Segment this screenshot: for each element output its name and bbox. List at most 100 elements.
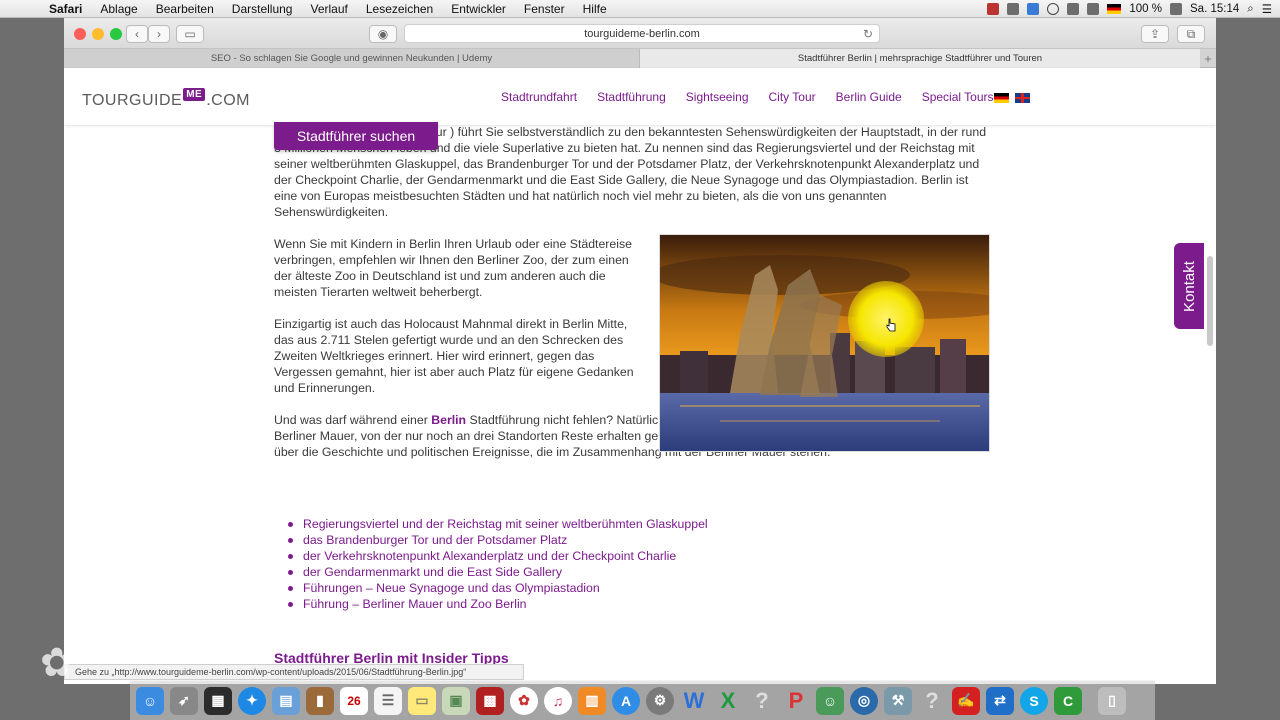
- stickies-icon[interactable]: ▭: [408, 686, 436, 715]
- list-item[interactable]: Führungen – Neue Synagoge und das Olympi…: [288, 580, 888, 596]
- nav-city-tour[interactable]: City Tour: [769, 90, 816, 104]
- menu-verlauf[interactable]: Verlauf: [301, 2, 356, 16]
- tab-bar: SEO - So schlagen Sie Google und gewinne…: [64, 49, 1216, 68]
- camtasia-icon[interactable]: C: [1054, 686, 1082, 715]
- app-store-icon[interactable]: A: [612, 686, 640, 715]
- dashboard-icon[interactable]: ▦: [204, 686, 232, 715]
- safari-icon[interactable]: ✦: [238, 686, 266, 715]
- utility-icon[interactable]: ⚒: [884, 686, 912, 715]
- list-item[interactable]: der Gendarmenmarkt und die East Side Gal…: [288, 564, 888, 580]
- nav-stadtfuehrung[interactable]: Stadtführung: [597, 90, 666, 104]
- calendar-icon[interactable]: 26: [340, 686, 368, 715]
- ibooks-icon[interactable]: ▥: [578, 686, 606, 715]
- list-item[interactable]: das Brandenburger Tor und der Potsdamer …: [288, 532, 888, 548]
- molecule-man-photo[interactable]: [659, 234, 990, 452]
- recording-icon[interactable]: [987, 3, 1000, 15]
- list-item[interactable]: der Verkehrsknotenpunkt Alexanderplatz u…: [288, 548, 888, 564]
- logo-badge: ME: [183, 88, 206, 101]
- paragraph-holocaust-memorial: Einzigartig ist auch das Holocaust Mahnm…: [274, 317, 634, 395]
- photo-icon[interactable]: ▣: [442, 686, 470, 715]
- german-flag-icon[interactable]: [994, 93, 1009, 103]
- nav-berlin-guide[interactable]: Berlin Guide: [836, 90, 902, 104]
- finder-icon[interactable]: ☺: [136, 686, 164, 715]
- new-tab-icon[interactable]: +: [1200, 49, 1216, 68]
- list-item[interactable]: Regierungsviertel und der Reichstag mit …: [288, 516, 888, 532]
- reminders-icon[interactable]: ☰: [374, 686, 402, 715]
- site-logo[interactable]: TOURGUIDE ME .COM: [82, 88, 250, 110]
- watermark-logo-icon: ✿: [40, 641, 74, 685]
- desktop: Safari Ablage Bearbeiten Darstellung Ver…: [0, 0, 1280, 720]
- tab-udemy[interactable]: SEO - So schlagen Sie Google und gewinne…: [64, 49, 640, 68]
- menu-fenster[interactable]: Fenster: [515, 2, 574, 16]
- zoom-window-icon[interactable]: [110, 28, 122, 40]
- help-icon[interactable]: ?: [918, 687, 946, 715]
- sidebar-toggle-icon[interactable]: ▭: [176, 25, 204, 43]
- paragraph-zoo: Wenn Sie mit Kindern in Berlin Ihren Url…: [274, 237, 632, 299]
- uk-flag-icon[interactable]: [1015, 93, 1030, 103]
- search-guide-button[interactable]: Stadtführer suchen: [274, 122, 438, 150]
- paragraph-text: Und was darf während einer: [274, 413, 432, 427]
- back-icon[interactable]: ‹: [126, 25, 148, 43]
- wifi-icon[interactable]: [1067, 3, 1080, 15]
- system-preferences-icon[interactable]: ⚙: [646, 686, 674, 715]
- menu-lesezeichen[interactable]: Lesezeichen: [357, 2, 442, 16]
- photo-booth-icon[interactable]: ▩: [476, 686, 504, 715]
- teamviewer-icon[interactable]: ⇄: [986, 686, 1014, 715]
- status-url: Gehe zu „http://www.tourguideme-berlin.c…: [75, 667, 467, 677]
- minimize-window-icon[interactable]: [92, 28, 104, 40]
- notification-center-icon[interactable]: ☰: [1262, 2, 1272, 16]
- itunes-icon[interactable]: ♫: [544, 686, 572, 715]
- word-icon[interactable]: W: [680, 687, 708, 715]
- list-item[interactable]: Führung – Berliner Mauer und Zoo Berlin: [288, 596, 888, 612]
- close-window-icon[interactable]: [74, 28, 86, 40]
- menu-hilfe[interactable]: Hilfe: [574, 2, 616, 16]
- menu-darstellung[interactable]: Darstellung: [223, 2, 302, 16]
- tab-stadtfuehrer[interactable]: Stadtführer Berlin | mehrsprachige Stadt…: [640, 49, 1200, 68]
- dock: ☺ ➶ ▦ ✦ ▤ ▮ 26 ☰ ▭ ▣ ▩ ✿ ♫ ▥ A ⚙ W X ? P…: [130, 680, 1155, 720]
- battery-icon[interactable]: [1170, 3, 1182, 15]
- share-icon[interactable]: ⇪: [1141, 25, 1169, 43]
- excel-icon[interactable]: X: [714, 687, 742, 715]
- network-icon[interactable]: ◎: [850, 686, 878, 715]
- safari-window: ‹ › ▭ ◉ tourguideme-berlin.com ↻ ⇪ ⧉ SEO…: [64, 18, 1216, 684]
- main-nav: Stadtrundfahrt Stadtführung Sightseeing …: [501, 90, 994, 104]
- contact-label: Kontakt: [1180, 260, 1198, 312]
- input-source-flag-icon[interactable]: [1107, 4, 1122, 14]
- notes-icon[interactable]: ▮: [306, 686, 334, 715]
- reload-icon[interactable]: ↻: [863, 27, 873, 41]
- reader-icon[interactable]: ◉: [369, 25, 397, 43]
- menu-ablage[interactable]: Ablage: [91, 2, 146, 16]
- page-scrollbar[interactable]: [1207, 256, 1213, 346]
- berlin-sunset-image: [660, 235, 989, 451]
- nav-stadtrundfahrt[interactable]: Stadtrundfahrt: [501, 90, 577, 104]
- volume-icon[interactable]: [1087, 3, 1100, 15]
- menu-bearbeiten[interactable]: Bearbeiten: [147, 2, 223, 16]
- browser-toolbar: ‹ › ▭ ◉ tourguideme-berlin.com ↻ ⇪ ⧉: [64, 18, 1216, 49]
- nav-special-tours[interactable]: Special Tours: [922, 90, 994, 104]
- help-icon[interactable]: ?: [748, 687, 776, 715]
- launchpad-icon[interactable]: ➶: [170, 686, 198, 715]
- powerpoint-icon[interactable]: P: [782, 687, 810, 715]
- status-icon[interactable]: [1007, 3, 1020, 15]
- menu-entwickler[interactable]: Entwickler: [442, 2, 515, 16]
- language-switch: [994, 93, 1030, 103]
- spotlight-icon[interactable]: ⌕: [1247, 3, 1253, 16]
- battery-level[interactable]: 100 %: [1129, 3, 1162, 15]
- tabs-overview-icon[interactable]: ⧉: [1177, 25, 1205, 43]
- itunes-icon[interactable]: ✿: [510, 686, 538, 715]
- address-bar[interactable]: tourguideme-berlin.com ↻: [404, 24, 880, 43]
- contacts-icon[interactable]: ☺: [816, 686, 844, 715]
- trash-icon[interactable]: ▯: [1098, 686, 1126, 715]
- time-machine-icon[interactable]: [1047, 3, 1060, 15]
- preview-icon[interactable]: ▤: [272, 686, 300, 715]
- skype-icon[interactable]: S: [1020, 686, 1048, 715]
- menu-safari[interactable]: Safari: [40, 2, 91, 16]
- acrobat-icon[interactable]: ✍: [952, 686, 980, 715]
- logo-text: TOURGUIDE: [82, 92, 183, 109]
- berlin-link[interactable]: Berlin: [431, 413, 466, 427]
- forward-icon[interactable]: ›: [148, 25, 170, 43]
- nav-sightseeing[interactable]: Sightseeing: [686, 90, 749, 104]
- menu-clock[interactable]: Sa. 15:14: [1190, 3, 1239, 15]
- dropbox-icon[interactable]: [1027, 3, 1040, 15]
- contact-tab-button[interactable]: Kontakt: [1174, 243, 1204, 329]
